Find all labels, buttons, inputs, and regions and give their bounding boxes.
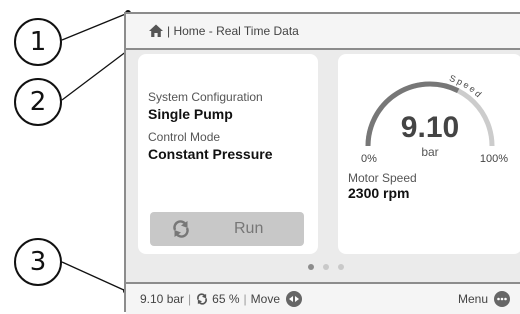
page-dot[interactable] — [338, 264, 344, 270]
gauge-max-label: 100% — [480, 153, 508, 165]
config-card: System Configuration Single Pump Control… — [138, 54, 318, 254]
status-separator: | — [243, 292, 247, 306]
callout-1: 1 — [14, 18, 62, 66]
gauge-card: Speed 9.10 bar 0% 100% Motor Speed 2300 … — [338, 54, 520, 254]
control-mode-value: Constant Pressure — [148, 146, 273, 162]
page-indicator — [308, 264, 344, 270]
run-button[interactable]: Run — [150, 212, 304, 246]
page-dot[interactable] — [323, 264, 329, 270]
callout-3: 3 — [14, 238, 62, 286]
refresh-icon — [197, 293, 208, 305]
home-icon[interactable] — [148, 23, 164, 39]
system-configuration-label: System Configuration — [148, 90, 263, 104]
pressure-gauge: Speed 9.10 bar 0% 100% Motor Speed 2300 … — [348, 73, 508, 201]
callout-2: 2 — [14, 78, 62, 126]
menu-label: Menu — [457, 292, 488, 306]
move-arrows-icon[interactable] — [286, 291, 302, 307]
status-speed-percent: 65 % — [212, 292, 240, 306]
status-bar: 9.10 bar | 65 % | Move Menu — [126, 282, 520, 314]
breadcrumb-text: | Home - Real Time Data — [167, 24, 299, 38]
system-configuration-value: Single Pump — [148, 106, 233, 122]
gauge-min-label: 0% — [361, 153, 377, 165]
gauge-value: 9.10 — [401, 111, 459, 144]
status-pressure: 9.10 bar — [140, 292, 185, 306]
motor-speed-label: Motor Speed — [348, 171, 417, 185]
status-separator: | — [188, 292, 192, 306]
breadcrumb: | Home - Real Time Data — [126, 14, 520, 50]
control-mode-label: Control Mode — [148, 130, 221, 144]
move-label: Move — [250, 292, 280, 306]
run-label: Run — [234, 220, 264, 237]
refresh-icon — [173, 220, 189, 238]
page-dot[interactable] — [308, 264, 314, 270]
motor-speed-value: 2300 rpm — [348, 185, 409, 201]
menu-dots-icon[interactable] — [494, 291, 510, 307]
device-screen: | Home - Real Time Data System Configura… — [124, 12, 520, 314]
gauge-unit: bar — [421, 145, 438, 159]
